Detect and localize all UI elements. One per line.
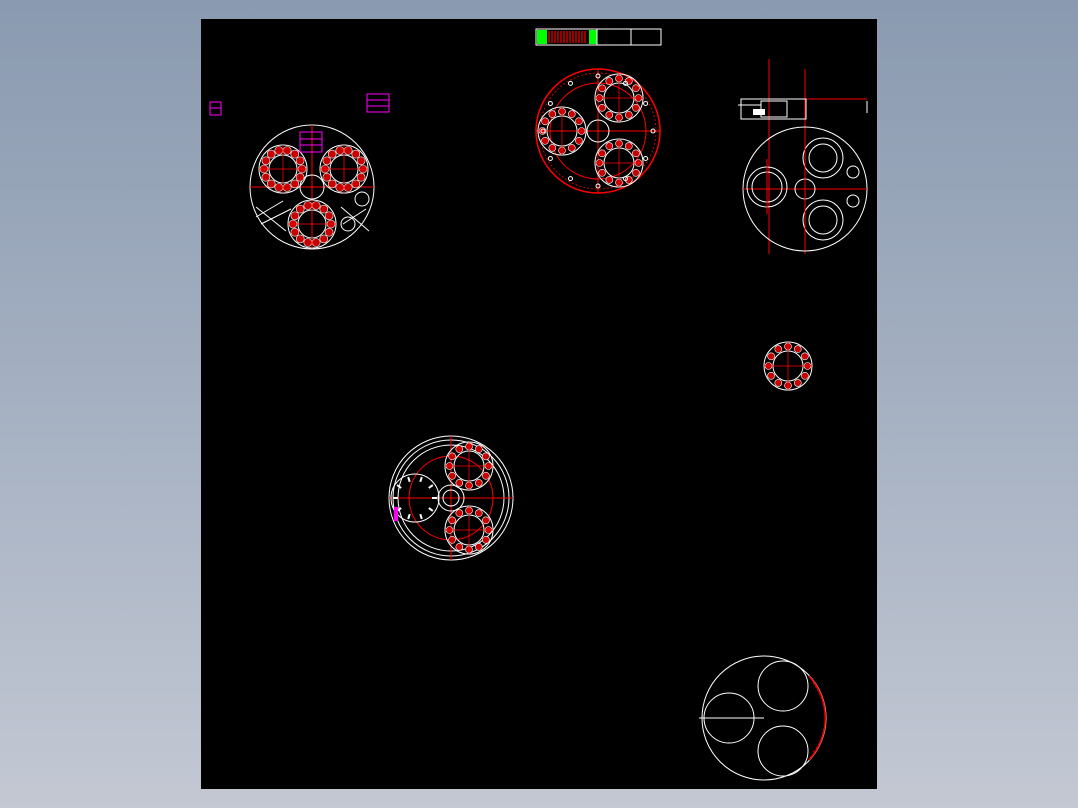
- side-section-view: [738, 59, 868, 254]
- planet-bearing-top: [444, 441, 494, 491]
- bearing-bottom: [287, 199, 337, 249]
- planet-carrier-three-bearings-view: [249, 124, 375, 250]
- planetary-gear-mesh-view: [388, 435, 514, 561]
- viewer-background: { "viewer": { "background_top": "#8a9ab0…: [0, 0, 1078, 808]
- bearing-single: [763, 341, 813, 391]
- bearing-right: [319, 144, 369, 194]
- drawing-sheet[interactable]: [201, 19, 877, 789]
- bearing-bottom: [594, 138, 644, 188]
- end-plate-view: [742, 126, 868, 252]
- annotation-marks: [209, 93, 390, 153]
- planet-bearing-bottom: [444, 505, 494, 555]
- gear-assembly-top-view: [535, 68, 661, 194]
- bearing-top: [594, 73, 644, 123]
- single-bearing-detail: [763, 341, 813, 391]
- carrier-plate-outline-view: [699, 655, 827, 781]
- cad-drawing-canvas[interactable]: [201, 19, 877, 789]
- title-block: [535, 28, 662, 46]
